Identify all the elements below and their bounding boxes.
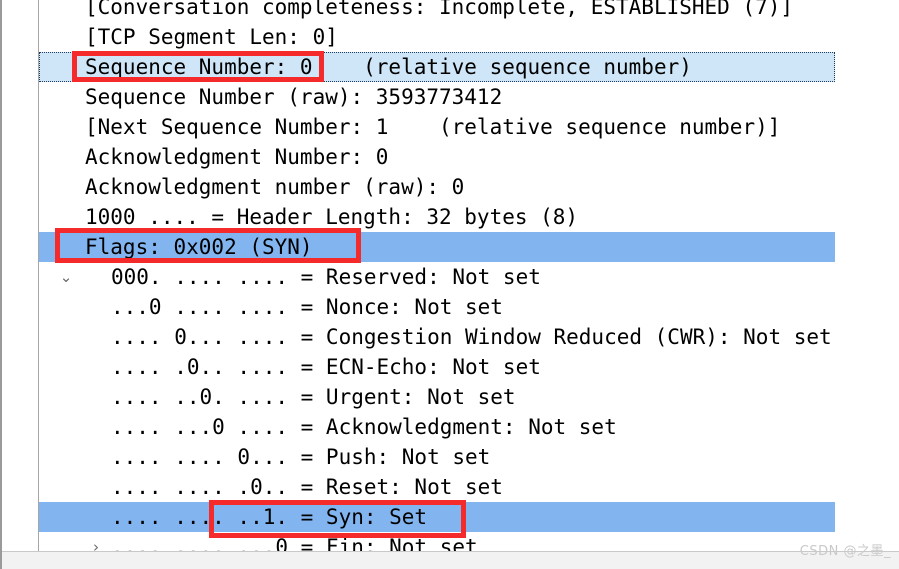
tree-row-label: .... .... 0... = Push: Not set bbox=[111, 445, 491, 469]
tree-row-flag-acknowledgment[interactable]: .... ...0 .... = Acknowledgment: Not set bbox=[39, 412, 899, 442]
tree-row-sequence-number-raw[interactable]: Sequence Number (raw): 3593773412 bbox=[39, 82, 899, 112]
tree-row-label: .... 0... .... = Congestion Window Reduc… bbox=[111, 325, 832, 349]
tree-left-divider bbox=[38, 0, 39, 552]
tree-row-acknowledgment-number[interactable]: Acknowledgment Number: 0 bbox=[39, 142, 899, 172]
horizontal-scrollbar-track[interactable] bbox=[2, 552, 899, 569]
tree-row-flags[interactable]: ⌄ Flags: 0x002 (SYN) bbox=[39, 232, 899, 286]
packet-details-pane: [Conversation completeness: Incomplete, … bbox=[0, 0, 899, 569]
tree-row-label: .... .... ..1. = Syn: Set bbox=[111, 505, 428, 529]
tree-row-label: .... .0.. .... = ECN-Echo: Not set bbox=[111, 355, 541, 379]
tree-row-label: Sequence Number (raw): 3593773412 bbox=[85, 85, 503, 109]
tree-row-label: Sequence Number: 0 (relative sequence nu… bbox=[85, 55, 692, 79]
packet-detail-tree[interactable]: [Conversation completeness: Incomplete, … bbox=[0, 0, 899, 552]
tree-row-flag-push[interactable]: .... .... 0... = Push: Not set bbox=[39, 442, 899, 472]
watermark: CSDN @之墨_ bbox=[799, 544, 891, 559]
tree-row-flag-urgent[interactable]: .... ..0. .... = Urgent: Not set bbox=[39, 382, 899, 412]
tree-row-header-length[interactable]: 1000 .... = Header Length: 32 bytes (8) bbox=[39, 202, 899, 232]
tree-row-tcp-segment-len[interactable]: [TCP Segment Len: 0] bbox=[39, 22, 899, 52]
tree-row-next-sequence-number[interactable]: [Next Sequence Number: 1 (relative seque… bbox=[39, 112, 899, 142]
tree-row-label: [TCP Segment Len: 0] bbox=[85, 25, 338, 49]
tree-row-label: [Next Sequence Number: 1 (relative seque… bbox=[85, 115, 781, 139]
tree-row-flag-syn[interactable]: › .... .... ..1. = Syn: Set bbox=[39, 502, 899, 552]
tree-row-flag-nonce[interactable]: ...0 .... .... = Nonce: Not set bbox=[39, 292, 899, 322]
tree-row-label: .... .... .0.. = Reset: Not set bbox=[111, 475, 503, 499]
tree-row-flag-fin[interactable]: .... .... ...0 = Fin: Not set bbox=[39, 532, 899, 552]
tree-row-label: .... ...0 .... = Acknowledgment: Not set bbox=[111, 415, 617, 439]
tree-row-label: Acknowledgment Number: 0 bbox=[85, 145, 389, 169]
tree-row-label: Acknowledgment number (raw): 0 bbox=[85, 175, 465, 199]
tree-row-flag-reset[interactable]: .... .... .0.. = Reset: Not set bbox=[39, 472, 899, 502]
tree-row-label: Flags: 0x002 (SYN) bbox=[85, 235, 313, 259]
tree-row-label: [Conversation completeness: Incomplete, … bbox=[85, 0, 794, 19]
tree-row-label: 000. .... .... = Reserved: Not set bbox=[111, 265, 541, 289]
tree-row-label: 1000 .... = Header Length: 32 bytes (8) bbox=[85, 205, 579, 229]
tree-row-conversation-completeness[interactable]: [Conversation completeness: Incomplete, … bbox=[39, 0, 899, 22]
tree-row-label: .... .... ...0 = Fin: Not set bbox=[111, 535, 478, 552]
tree-row-flag-ecn-echo[interactable]: .... .0.. .... = ECN-Echo: Not set bbox=[39, 352, 899, 382]
tree-row-flag-cwr[interactable]: .... 0... .... = Congestion Window Reduc… bbox=[39, 322, 899, 352]
tree-row-sequence-number[interactable]: Sequence Number: 0 (relative sequence nu… bbox=[39, 52, 899, 82]
tree-row-acknowledgment-number-raw[interactable]: Acknowledgment number (raw): 0 bbox=[39, 172, 899, 202]
tree-row-label: .... ..0. .... = Urgent: Not set bbox=[111, 385, 516, 409]
tree-row-flag-reserved[interactable]: 000. .... .... = Reserved: Not set bbox=[39, 262, 899, 292]
tree-row-label: ...0 .... .... = Nonce: Not set bbox=[111, 295, 503, 319]
